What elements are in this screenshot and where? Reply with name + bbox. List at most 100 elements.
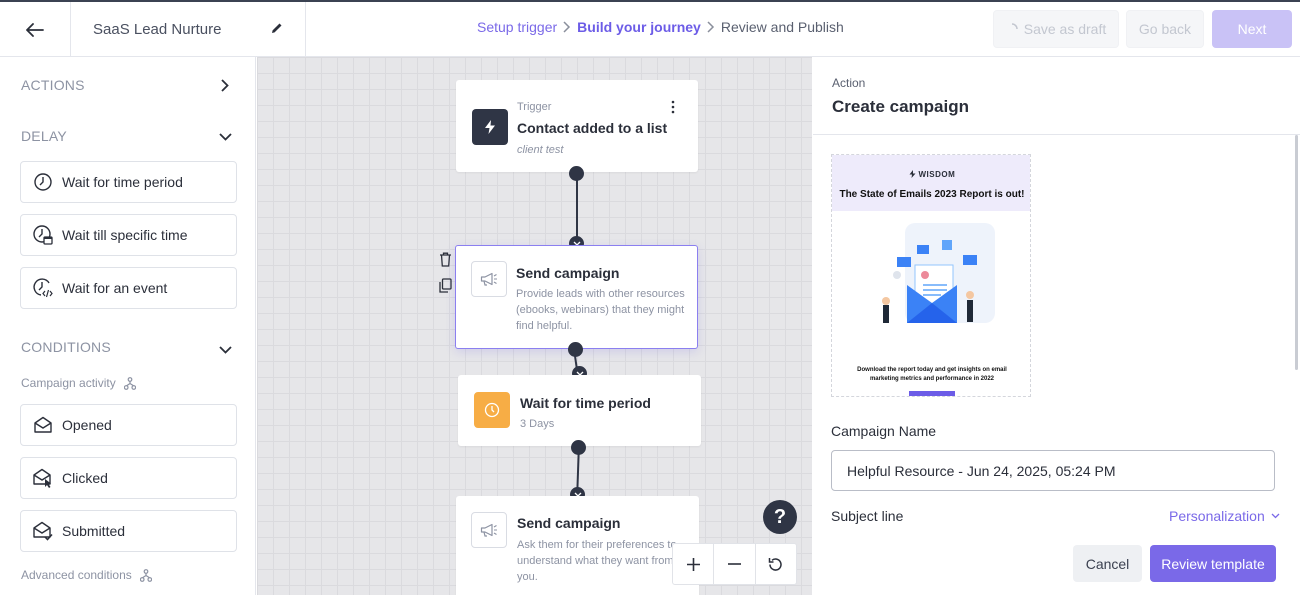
- campaign-name-label: Campaign Name: [831, 423, 937, 439]
- panel-eyebrow: Action: [832, 76, 866, 90]
- clock-calendar-icon: [32, 224, 54, 246]
- panel-scrollbar[interactable]: [1295, 135, 1298, 370]
- delay-heading[interactable]: DELAY: [21, 128, 67, 144]
- panel-header: Action Create campaign: [813, 57, 1300, 135]
- preview-header-band: [832, 155, 1030, 211]
- wait-subtitle: 3 Days: [520, 418, 555, 430]
- personalization-label: Personalization: [1169, 508, 1265, 524]
- panel-title: Create campaign: [832, 97, 969, 116]
- send1-description: Provide leads with other resources (eboo…: [516, 288, 685, 332]
- chevron-down-icon[interactable]: [219, 346, 232, 354]
- trash-icon[interactable]: [439, 252, 452, 267]
- send2-title: Send campaign: [517, 515, 621, 531]
- wait-node[interactable]: Wait for time period 3 Days: [458, 375, 701, 446]
- cancel-button[interactable]: Cancel: [1073, 545, 1142, 582]
- review-template-button[interactable]: Review template: [1150, 545, 1276, 582]
- zoom-controls: [672, 543, 797, 585]
- chevron-right-icon: [563, 21, 571, 33]
- email-template-preview[interactable]: WISDOM The State of Emails 2023 Report i…: [831, 154, 1031, 397]
- campaign-activity-label: Campaign activity: [21, 376, 116, 390]
- megaphone-icon: [471, 512, 507, 548]
- back-button[interactable]: [0, 2, 71, 57]
- step-review-publish: Review and Publish: [720, 19, 844, 35]
- action-sidebar: ACTIONS DELAY Wait for time period Wait …: [0, 57, 256, 595]
- clock-code-icon: [32, 277, 54, 299]
- personalization-dropdown[interactable]: Personalization: [1169, 508, 1280, 524]
- condition-clicked[interactable]: Clicked: [20, 457, 237, 499]
- campaign-panel: Action Create campaign WISDOM The State …: [813, 57, 1300, 595]
- item-label: Wait till specific time: [62, 227, 188, 243]
- connector-dot[interactable]: [568, 342, 583, 357]
- item-label: Opened: [62, 417, 112, 433]
- save-draft-label: Save as draft: [1023, 21, 1107, 37]
- item-label: Wait for time period: [62, 174, 183, 190]
- conditions-heading[interactable]: CONDITIONS: [21, 339, 111, 355]
- send2-description: Ask them for their preferences to unders…: [517, 539, 677, 583]
- item-label: Submitted: [62, 523, 126, 539]
- pencil-icon[interactable]: [271, 22, 283, 34]
- trigger-node[interactable]: Trigger Contact added to a list client t…: [456, 80, 698, 172]
- preview-brand-label: WISDOM: [918, 170, 956, 179]
- envelope-cursor-icon: [32, 467, 54, 489]
- delay-wait-specific-time[interactable]: Wait till specific time: [20, 214, 237, 256]
- megaphone-icon: [471, 261, 507, 297]
- item-label: Wait for an event: [62, 280, 168, 296]
- actions-heading[interactable]: ACTIONS: [21, 77, 85, 93]
- chevron-down-icon: [1271, 513, 1280, 519]
- wait-title: Wait for time period: [520, 395, 651, 411]
- send-campaign-node-2[interactable]: Send campaign Ask them for their prefere…: [456, 496, 699, 595]
- clock-icon: [32, 171, 54, 193]
- envelope-check-icon: [32, 520, 54, 542]
- next-button[interactable]: Next: [1212, 10, 1292, 48]
- trigger-eyebrow: Trigger: [517, 101, 552, 113]
- journey-name[interactable]: SaaS Lead Nurture: [71, 2, 306, 57]
- copy-icon[interactable]: [439, 278, 452, 293]
- reset-view-button[interactable]: [756, 544, 796, 584]
- delay-wait-time-period[interactable]: Wait for time period: [20, 161, 237, 203]
- clock-icon: [474, 392, 510, 428]
- trigger-subtitle: client test: [517, 144, 564, 156]
- connector-dot[interactable]: [569, 166, 584, 181]
- trigger-title: Contact added to a list: [517, 120, 668, 136]
- step-setup-trigger[interactable]: Setup trigger: [477, 19, 557, 35]
- delay-wait-event[interactable]: Wait for an event: [20, 267, 237, 309]
- lightning-icon: [909, 170, 916, 178]
- zoom-out-button[interactable]: [714, 544, 756, 584]
- branch-icon: [123, 376, 136, 390]
- connector-dot[interactable]: [571, 440, 586, 455]
- help-button[interactable]: ?: [763, 500, 797, 534]
- campaign-name-input[interactable]: Helpful Resource - Jun 24, 2025, 05:24 P…: [831, 450, 1275, 491]
- go-back-button[interactable]: Go back: [1126, 10, 1204, 48]
- minus-icon: [727, 563, 741, 565]
- item-label: Clicked: [62, 470, 108, 486]
- zoom-in-button[interactable]: [673, 544, 715, 584]
- preview-headline: The State of Emails 2023 Report is out!: [839, 189, 1025, 200]
- chevron-right-icon[interactable]: [221, 79, 229, 92]
- preview-footer-text: Download the report today and get insigh…: [857, 367, 1007, 382]
- advanced-conditions-label: Advanced conditions: [21, 568, 132, 582]
- step-build-journey[interactable]: Build your journey: [577, 19, 701, 35]
- send1-title: Send campaign: [516, 265, 620, 281]
- condition-submitted[interactable]: Submitted: [20, 510, 237, 552]
- journey-name-label: SaaS Lead Nurture: [93, 21, 222, 38]
- chevron-down-icon[interactable]: [219, 133, 232, 141]
- arrow-left-icon: [26, 22, 44, 37]
- journey-canvas[interactable]: Trigger Contact added to a list client t…: [257, 57, 812, 595]
- refresh-icon: [769, 557, 783, 571]
- email-illustration: [882, 223, 995, 323]
- lightning-icon: [472, 109, 508, 145]
- more-vertical-icon[interactable]: [671, 100, 675, 114]
- preview-cta-bar: [909, 391, 955, 396]
- plus-icon: [686, 557, 700, 571]
- envelope-open-icon: [32, 414, 54, 436]
- top-header: SaaS Lead Nurture Setup trigger Build yo…: [0, 0, 1300, 57]
- chevron-right-icon: [707, 21, 714, 33]
- campaign-activity-subheading: Campaign activity: [21, 376, 136, 390]
- save-draft-button[interactable]: Save as draft: [993, 10, 1119, 48]
- subject-line-label: Subject line: [831, 508, 904, 524]
- send-campaign-node[interactable]: Send campaign Provide leads with other r…: [455, 245, 698, 349]
- condition-opened[interactable]: Opened: [20, 404, 237, 446]
- branch-icon: [139, 568, 152, 582]
- step-breadcrumb: Setup trigger Build your journey Review …: [477, 19, 844, 35]
- advanced-conditions-subheading: Advanced conditions: [21, 568, 152, 582]
